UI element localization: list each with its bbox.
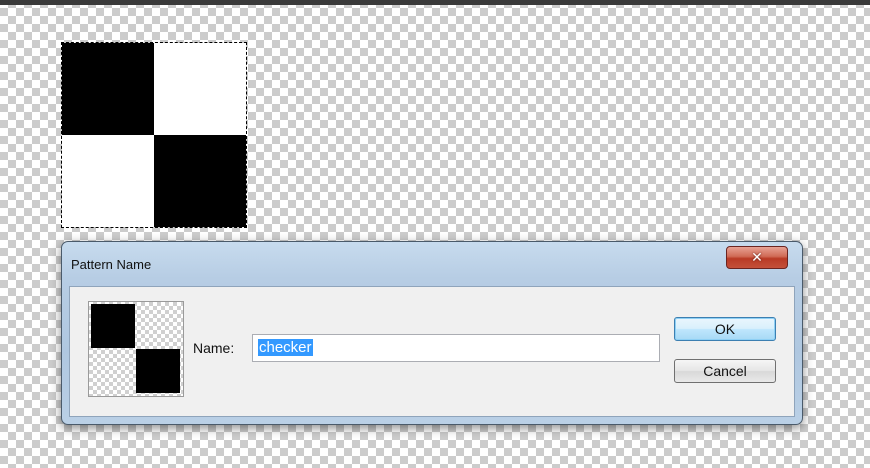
name-input-value: checker — [258, 339, 313, 356]
name-input[interactable]: checker — [252, 334, 660, 362]
name-label: Name: — [193, 340, 235, 356]
ok-button-label: OK — [714, 321, 736, 337]
selection-marquee — [61, 42, 247, 228]
top-border — [0, 0, 870, 5]
dialog-title: Pattern Name — [71, 257, 152, 272]
pattern-preview — [88, 301, 184, 397]
ok-button[interactable]: OK — [674, 317, 776, 341]
preview-cell-black — [91, 304, 135, 348]
preview-cell-black — [136, 349, 180, 393]
pattern-name-dialog: Pattern Name ✕ Name: checker OK Cancel — [61, 241, 803, 425]
cancel-button[interactable]: Cancel — [674, 359, 776, 383]
cancel-button-label: Cancel — [703, 363, 747, 379]
dialog-body: Name: checker OK Cancel — [69, 286, 795, 417]
close-icon: ✕ — [751, 249, 763, 266]
close-button[interactable]: ✕ — [726, 246, 788, 269]
